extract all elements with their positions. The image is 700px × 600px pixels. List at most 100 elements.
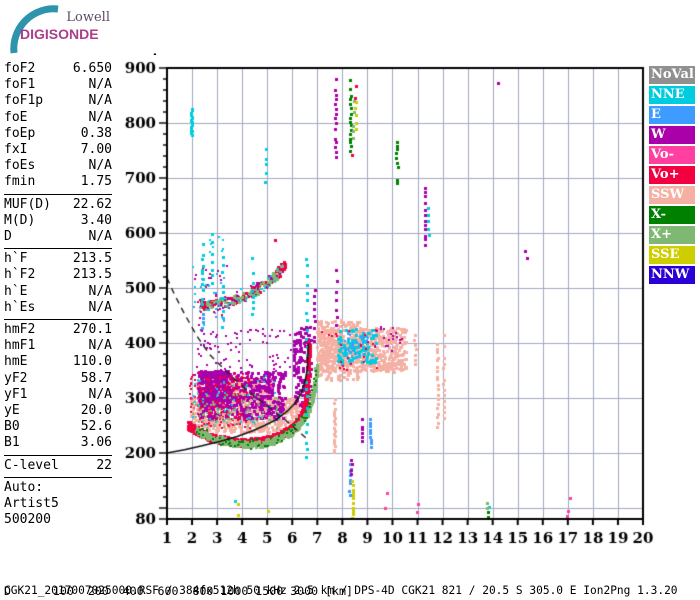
- param-row: foF1p N/A: [4, 93, 112, 109]
- param-value: 52.6: [80, 419, 112, 435]
- ionogram-viewer: Lowell DIGISONDE Station YYYY DAY DDD HH…: [0, 0, 700, 600]
- param-row: h`F2 213.5: [4, 267, 112, 283]
- param-label: h`F2: [4, 267, 36, 283]
- logo-text-lowell: Lowell: [66, 10, 110, 25]
- param-row: foE N/A: [4, 110, 112, 126]
- param-value: N/A: [88, 283, 112, 299]
- param-group: hmF2 270.1 hmF1 N/A hmE 110.0 yF2 58.7 yF1 N/A yE 2…: [4, 319, 112, 455]
- legend-label: NNW: [651, 267, 690, 282]
- param-row: foEs N/A: [4, 158, 112, 174]
- legend-label: Vo+: [651, 167, 680, 182]
- param-row: D N/A: [4, 229, 112, 245]
- param-value: 1.75: [80, 174, 112, 190]
- param-group: foF2 6.650 foF1 N/A foF1p N/A foE N/A foEp 0.38 fx…: [4, 59, 112, 194]
- param-value: N/A: [88, 109, 112, 125]
- param-row: yF2 58.7: [4, 371, 112, 387]
- param-row: h`F 213.5: [4, 251, 112, 267]
- param-label: hmE: [4, 354, 28, 370]
- legend-item-xminus: X-: [649, 206, 695, 224]
- param-label: h`Es: [4, 299, 36, 315]
- param-label: h`E: [4, 283, 28, 299]
- param-value: N/A: [88, 93, 112, 109]
- param-value: N/A: [88, 299, 112, 315]
- param-label: C-level: [4, 457, 59, 473]
- param-label: fmin: [4, 174, 36, 190]
- param-label: yF1: [4, 386, 28, 402]
- lowell-digisonde-logo: Lowell DIGISONDE: [6, 4, 112, 54]
- legend-label: E: [651, 107, 661, 122]
- param-row: foF1 N/A: [4, 77, 112, 93]
- param-value: 270.1: [72, 322, 112, 338]
- param-value: 110.0: [72, 354, 112, 370]
- legend-item-nnw: NNW: [649, 266, 695, 284]
- autoscaling-line: Artist5: [4, 496, 59, 512]
- param-row: yE 20.0: [4, 403, 112, 419]
- legend-item-e: E: [649, 106, 695, 124]
- param-row: B1 3.06: [4, 435, 112, 451]
- param-label: hmF2: [4, 322, 36, 338]
- param-label: fxI: [4, 142, 28, 158]
- param-row: C-level 22: [4, 458, 112, 474]
- param-label: hmF1: [4, 338, 36, 354]
- param-row: hmE 110.0: [4, 354, 112, 370]
- param-row: h`Es N/A: [4, 300, 112, 316]
- legend-label: NNE: [651, 87, 685, 102]
- param-value: N/A: [88, 77, 112, 93]
- logo-text-digisonde: DIGISONDE: [20, 26, 99, 42]
- param-value: 22.62: [72, 196, 112, 212]
- param-label: foE: [4, 109, 28, 125]
- autoscaling-info: Auto: Artist5 500200: [4, 478, 112, 532]
- autoscaling-line: 500200: [4, 512, 51, 528]
- param-label: yF2: [4, 370, 28, 386]
- param-row: foEp 0.38: [4, 126, 112, 142]
- legend-label: Vo-: [651, 147, 674, 162]
- param-value: N/A: [88, 386, 112, 402]
- param-label: foF1p: [4, 93, 44, 109]
- ionogram-plot-canvas: [115, 55, 700, 555]
- param-row: hmF1 N/A: [4, 338, 112, 354]
- param-value: 0.38: [80, 125, 112, 141]
- param-label: M(D): [4, 212, 36, 228]
- legend-item-vominus: Vo-: [649, 146, 695, 164]
- param-row: yF1 N/A: [4, 387, 112, 403]
- param-label: B1: [4, 435, 20, 451]
- param-value: 7.00: [80, 142, 112, 158]
- param-group: C-level 22: [4, 454, 112, 478]
- legend-label: W: [651, 127, 666, 142]
- param-value: 58.7: [80, 370, 112, 386]
- param-label: yE: [4, 403, 20, 419]
- legend-item-sse: SSE: [649, 246, 695, 264]
- param-row: MUF(D) 22.62: [4, 197, 112, 213]
- param-value: 22: [96, 457, 112, 473]
- legend-label: X+: [651, 227, 672, 242]
- param-value: N/A: [88, 338, 112, 354]
- param-value: N/A: [88, 158, 112, 174]
- param-row: M(D) 3.40: [4, 213, 112, 229]
- param-label: foEp: [4, 125, 36, 141]
- legend-item-xplus: X+: [649, 226, 695, 244]
- param-label: foF1: [4, 77, 36, 93]
- legend-label: SSW: [651, 187, 685, 202]
- param-row: fxI 7.00: [4, 142, 112, 158]
- param-value: 20.0: [80, 403, 112, 419]
- scaled-parameters-panel: foF2 6.650 foF1 N/A foF1p N/A foE N/A foEp 0.38 fx…: [4, 59, 112, 531]
- param-value: N/A: [88, 229, 112, 245]
- legend-item-w: W: [649, 126, 695, 144]
- param-label: D: [4, 229, 12, 245]
- param-value: 6.650: [72, 61, 112, 76]
- param-value: 3.06: [80, 435, 112, 451]
- param-label: foF2: [4, 61, 36, 76]
- param-row: hmF2 270.1: [4, 322, 112, 338]
- param-row: foF2 6.650: [4, 61, 112, 77]
- file-info-line: CGK21_2017007025000.RSF / 384fx512h 50 k…: [4, 584, 678, 597]
- legend-item-ssw: SSW: [649, 186, 695, 204]
- param-value: 213.5: [72, 251, 112, 267]
- legend-item-voplus: Vo+: [649, 166, 695, 184]
- param-value: 3.40: [80, 212, 112, 228]
- param-label: MUF(D): [4, 196, 51, 212]
- legend-label: X-: [651, 207, 667, 222]
- param-row: h`E N/A: [4, 284, 112, 300]
- param-value: 213.5: [72, 267, 112, 283]
- direction-color-legend: NoVal NNE E W Vo- Vo+ SSW X- X+ SSE NNW: [649, 66, 696, 286]
- param-group: h`F 213.5 h`F2 213.5 h`E N/A h`Es N/A: [4, 248, 112, 319]
